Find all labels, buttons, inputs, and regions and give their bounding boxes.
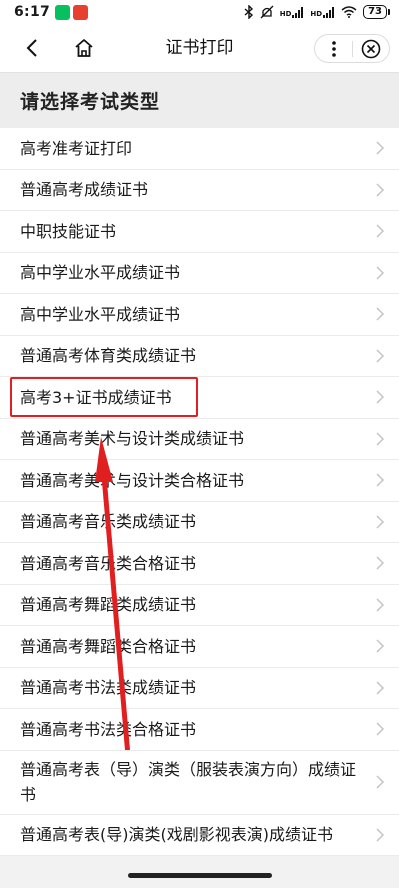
chevron-right-icon [376, 639, 385, 653]
hd-label: HD [279, 9, 292, 18]
list-item-label: 中职技能证书 [20, 221, 117, 241]
chevron-right-icon [376, 828, 385, 842]
list-item-label: 普通高考书法类成绩证书 [20, 678, 197, 698]
list-item[interactable]: 普通高考表(导)演类(戏剧影视表演)成绩证书 [0, 815, 399, 856]
back-button[interactable] [18, 34, 46, 62]
home-button[interactable] [70, 34, 98, 62]
chevron-right-icon [376, 515, 385, 529]
list-item[interactable]: 普通高考表（导）演类（服装表演方向）成绩证书 [0, 751, 399, 815]
list-item[interactable]: 普通高考音乐类合格证书 [0, 543, 399, 585]
status-time: 6:17 [14, 4, 51, 20]
list-item[interactable]: 高中学业水平成绩证书 [0, 253, 399, 294]
list-item[interactable]: 中职技能证书 [0, 211, 399, 253]
list-item[interactable]: 普通高考成绩证书 [0, 170, 399, 211]
chevron-right-icon [376, 183, 385, 197]
list-item-label: 高中学业水平成绩证书 [20, 263, 181, 283]
list-item[interactable]: 普通高考书法类合格证书 [0, 709, 399, 751]
more-button[interactable] [315, 35, 352, 62]
mute-icon [260, 5, 274, 19]
wechat-notification-icon [55, 4, 71, 20]
close-button[interactable] [353, 35, 389, 62]
section-header: 请选择考试类型 [0, 72, 399, 128]
list-item-label: 普通高考书法类合格证书 [20, 719, 197, 739]
list-item[interactable]: 普通高考舞蹈类合格证书 [0, 626, 399, 668]
chevron-right-icon [376, 224, 385, 238]
list-item-label: 普通高考音乐类合格证书 [20, 553, 197, 573]
list-item[interactable]: 普通高考美术与设计类合格证书 [0, 460, 399, 502]
mini-program-capsule [314, 34, 390, 63]
chevron-right-icon [376, 349, 385, 363]
hd-signal-icon: HD [279, 6, 305, 18]
chevron-right-icon [376, 556, 385, 570]
chevron-right-icon [376, 473, 385, 487]
list-item-highlighted[interactable]: 高考3+证书成绩证书 [0, 377, 399, 419]
chevron-right-icon [376, 722, 385, 736]
wifi-icon [341, 6, 357, 18]
back-arrow-icon [26, 39, 37, 57]
list-item-label: 高中学业水平成绩证书 [20, 304, 181, 324]
list-item-label: 普通高考美术与设计类成绩证书 [20, 429, 245, 449]
close-circle-icon [361, 39, 381, 58]
chevron-right-icon [376, 307, 385, 321]
list-item-label: 普通高考美术与设计类合格证书 [20, 470, 245, 490]
list-item-label: 普通高考舞蹈类合格证书 [20, 636, 197, 656]
status-app-icons [55, 4, 89, 20]
bluetooth-icon [244, 5, 253, 19]
chevron-right-icon [376, 598, 385, 612]
chevron-right-icon [376, 266, 385, 280]
list-item-label: 普通高考舞蹈类成绩证书 [20, 595, 197, 615]
nav-bar: 证书打印 [0, 24, 399, 72]
list-item-label: 普通高考体育类成绩证书 [20, 346, 197, 366]
list-item[interactable]: 普通高考美术与设计类成绩证书 [0, 419, 399, 460]
status-right-icons: HD HD 73 [244, 5, 390, 19]
hd-label: HD [310, 9, 323, 18]
list-item-label: 普通高考成绩证书 [20, 180, 149, 200]
list-item[interactable]: 高中学业水平成绩证书 [0, 294, 399, 336]
list-item-label: 普通高考表(导)演类(戏剧影视表演)成绩证书 [20, 825, 333, 845]
list-item-label: 高考3+证书成绩证书 [20, 387, 172, 407]
section-title: 请选择考试类型 [20, 91, 161, 113]
battery-indicator: 73 [363, 5, 390, 19]
list-item[interactable]: 普通高考书法类成绩证书 [0, 668, 399, 709]
exam-type-list: 高考准考证打印 普通高考成绩证书 中职技能证书 高中学业水平成绩证书 高中学业水… [0, 128, 399, 856]
chevron-right-icon [376, 390, 385, 404]
more-dots-icon [331, 40, 336, 57]
app-notification-icon [73, 4, 89, 20]
list-item[interactable]: 高考准考证打印 [0, 128, 399, 170]
chevron-right-icon [376, 681, 385, 695]
home-indicator[interactable] [128, 873, 272, 878]
list-item[interactable]: 普通高考音乐类成绩证书 [0, 502, 399, 543]
list-item-label: 普通高考表（导）演类（服装表演方向）成绩证书 [20, 760, 357, 804]
chevron-right-icon [376, 775, 385, 789]
list-item-label: 高考准考证打印 [20, 138, 133, 158]
hd-signal-icon: HD [310, 6, 335, 18]
list-item-label: 普通高考音乐类成绩证书 [20, 512, 197, 532]
chevron-right-icon [376, 432, 385, 446]
list-item[interactable]: 普通高考舞蹈类成绩证书 [0, 585, 399, 626]
list-item[interactable]: 普通高考体育类成绩证书 [0, 336, 399, 377]
home-icon [75, 39, 93, 57]
chevron-right-icon [376, 141, 385, 155]
status-bar: 6:17 HD HD 73 [0, 0, 399, 24]
